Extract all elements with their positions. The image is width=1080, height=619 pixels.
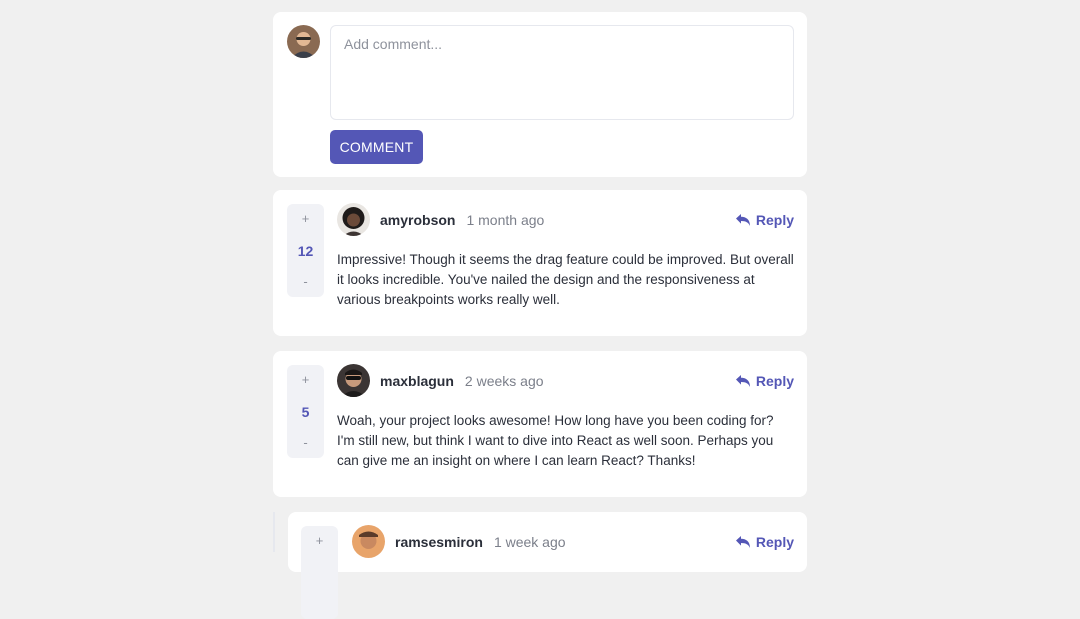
reply-button[interactable]: Reply (735, 533, 794, 550)
comment-text: Impressive! Though it seems the drag fea… (337, 252, 794, 307)
reply-icon (735, 374, 750, 387)
comment-text: Woah, your project looks awesome! How lo… (337, 413, 774, 468)
upvote-button[interactable]: + (302, 212, 310, 226)
username[interactable]: ramsesmiron (395, 534, 483, 550)
reply-button[interactable]: Reply (735, 372, 794, 389)
reply-button[interactable]: Reply (735, 211, 794, 228)
upvote-button[interactable]: + (302, 373, 310, 387)
comment-header: maxblagun 2 weeks ago Reply (337, 364, 794, 397)
username[interactable]: amyrobson (380, 212, 455, 228)
reply-icon (735, 535, 750, 548)
downvote-button[interactable]: - (303, 275, 307, 289)
comment-card: + 5 - maxblagun 2 weeks ago Reply Woah, … (273, 351, 807, 497)
avatar (337, 203, 370, 236)
add-comment-card: COMMENT (273, 12, 807, 177)
reply-label: Reply (755, 211, 794, 228)
avatar (337, 364, 370, 397)
timestamp: 1 month ago (466, 211, 545, 228)
reply-card: + ramsesmiron 1 week ago Reply (288, 512, 807, 619)
comment-header: ramsesmiron 1 week ago Reply (352, 525, 794, 558)
vote-score: 5 (301, 403, 310, 420)
downvote-button[interactable]: - (303, 436, 307, 450)
reply-label: Reply (755, 533, 794, 550)
vote-control: + 5 - (287, 365, 324, 458)
comment-submit-button[interactable]: COMMENT (330, 130, 423, 164)
timestamp: 1 week ago (493, 533, 566, 550)
reply-thread-line (273, 512, 275, 552)
reply-icon (735, 213, 750, 226)
vote-score: 12 (297, 242, 314, 259)
upvote-button[interactable]: + (316, 534, 324, 548)
comment-header: amyrobson 1 month ago Reply (337, 203, 794, 236)
timestamp: 2 weeks ago (464, 372, 544, 389)
comment-card: + 12 - amyrobson 1 month ago Reply Impre… (273, 190, 807, 336)
vote-control: + (301, 526, 338, 619)
comment-input[interactable] (330, 25, 794, 120)
avatar (352, 525, 385, 558)
current-user-avatar (287, 25, 320, 58)
reply-label: Reply (755, 372, 794, 389)
username[interactable]: maxblagun (380, 373, 454, 389)
vote-control: + 12 - (287, 204, 324, 297)
